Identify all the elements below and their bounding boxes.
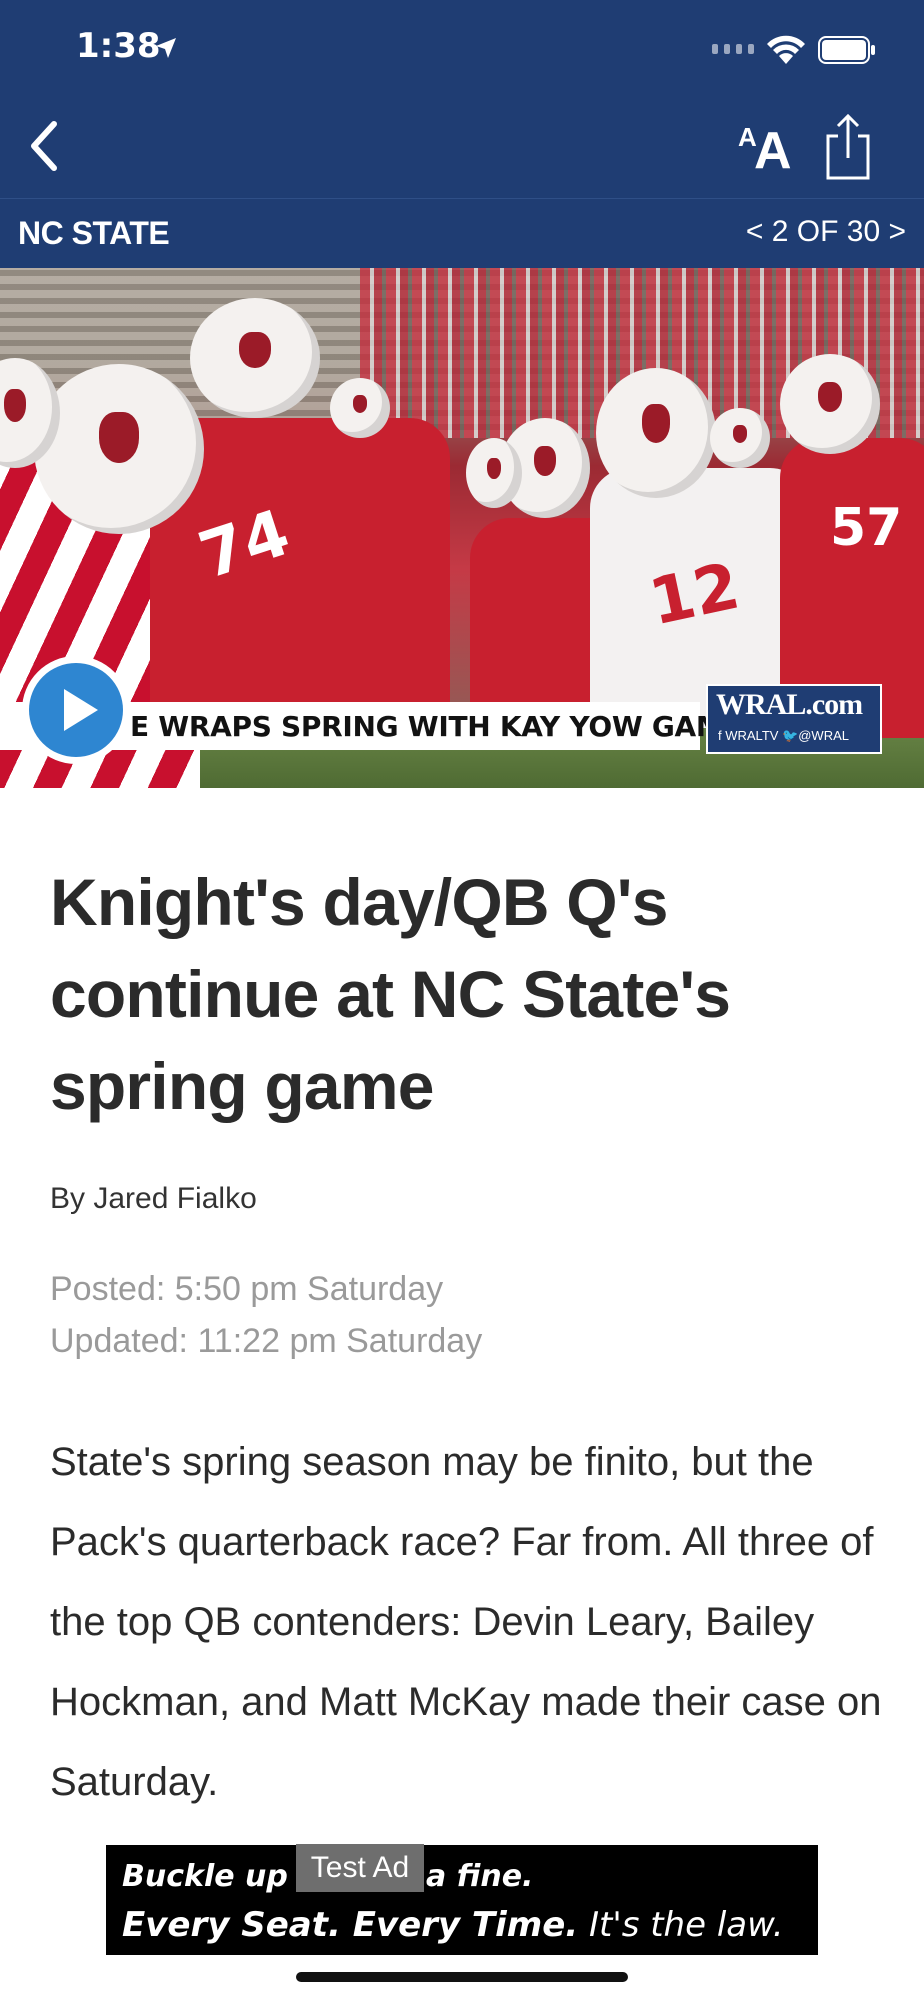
status-time: 1:38 bbox=[76, 26, 161, 66]
text-size-icon: A A bbox=[738, 122, 792, 180]
updated-timestamp: Updated: 11:22 pm Saturday bbox=[50, 1322, 483, 1360]
player-helmet bbox=[596, 368, 716, 498]
ad-line-2-bold: Every Seat. Every Time. bbox=[122, 1905, 579, 1945]
wral-brand-text: WRAL.com bbox=[716, 688, 863, 721]
test-ad-label: Test Ad bbox=[296, 1844, 424, 1892]
player-helmet bbox=[330, 378, 390, 438]
location-arrow-icon bbox=[156, 38, 176, 58]
text-size-button[interactable]: A A bbox=[736, 116, 800, 180]
wral-social-handles: f WRALTV 🐦@WRAL bbox=[718, 728, 849, 743]
app-screen: 1:38 A A NC STATE < 2 OF 30 > 74 12 57 E… bbox=[0, 0, 924, 2000]
article-body: State's spring season may be finito, but… bbox=[50, 1440, 882, 1804]
ad-banner[interactable]: Buckle up or face a fine. Every Seat. Ev… bbox=[106, 1845, 818, 1955]
share-button[interactable] bbox=[822, 112, 874, 182]
home-indicator[interactable] bbox=[296, 1972, 628, 1982]
posted-timestamp: Posted: 5:50 pm Saturday bbox=[50, 1270, 444, 1308]
video-player[interactable]: 74 12 57 E WRAPS SPRING WITH KAY YOW GAM… bbox=[0, 268, 924, 788]
lower-third-headline: E WRAPS SPRING WITH KAY YOW GAME bbox=[130, 710, 743, 743]
chevron-left-icon bbox=[31, 121, 57, 171]
wifi-icon bbox=[767, 35, 805, 64]
play-icon bbox=[29, 663, 123, 757]
player-helmet bbox=[710, 408, 770, 468]
play-button[interactable] bbox=[22, 656, 130, 764]
ad-line-2: Every Seat. Every Time. It's the law. bbox=[122, 1905, 784, 1945]
player-helmet bbox=[34, 364, 204, 534]
article-pager[interactable]: < 2 OF 30 > bbox=[746, 215, 906, 249]
article-headline: Knight's day/QB Q's continue at NC State… bbox=[50, 865, 731, 1123]
share-icon bbox=[826, 113, 870, 180]
svg-text:A: A bbox=[754, 122, 792, 176]
jersey-number: 57 bbox=[830, 498, 903, 558]
player-helmet bbox=[190, 298, 320, 418]
ad-line-2-rest: It's the law. bbox=[578, 1905, 784, 1945]
section-bar: NC STATE < 2 OF 30 > bbox=[0, 198, 924, 269]
cellular-signal-icon bbox=[712, 44, 754, 54]
player-helmet bbox=[780, 354, 880, 454]
battery-icon bbox=[818, 36, 875, 64]
section-title: NC STATE bbox=[18, 215, 170, 251]
top-bar: 1:38 A A bbox=[0, 0, 924, 198]
player-helmet bbox=[466, 438, 522, 508]
wral-logo: WRAL.com f WRALTV 🐦@WRAL bbox=[706, 684, 882, 754]
back-button[interactable] bbox=[24, 118, 64, 174]
article-byline: By Jared Fialko bbox=[50, 1182, 257, 1215]
